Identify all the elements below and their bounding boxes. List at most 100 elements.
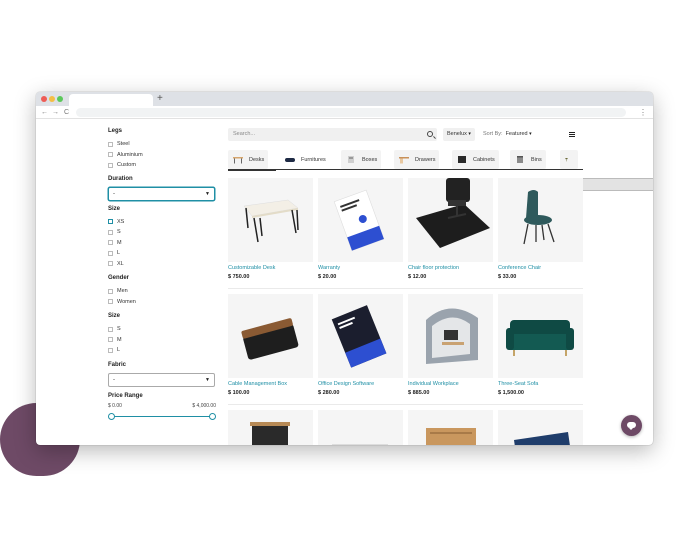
filter-option-s[interactable]: S bbox=[108, 227, 216, 238]
slider-handle-min[interactable] bbox=[108, 412, 115, 420]
product-name[interactable]: Individual Workplace bbox=[408, 381, 493, 387]
product-card[interactable]: Three-Seat Sofa $ 1,500.00 bbox=[498, 294, 583, 396]
warranty-box-image[interactable] bbox=[318, 178, 403, 262]
price-max: $ 4,000.00 bbox=[192, 402, 216, 409]
checkbox[interactable] bbox=[108, 299, 113, 305]
checkbox[interactable] bbox=[108, 261, 113, 267]
cable-box-image[interactable] bbox=[228, 294, 313, 378]
address-bar[interactable] bbox=[76, 108, 626, 117]
category-cabinets[interactable]: Cabinets bbox=[452, 150, 499, 169]
sort-label: Sort By: bbox=[483, 131, 503, 137]
product-card[interactable] bbox=[498, 410, 583, 445]
category-label: Boxes bbox=[362, 156, 378, 163]
cabinet-icon bbox=[458, 156, 466, 163]
checkbox[interactable] bbox=[108, 141, 113, 147]
product-name[interactable]: Cable Management Box bbox=[228, 381, 313, 387]
floor-mat-image[interactable] bbox=[408, 178, 493, 262]
maximize-window-icon[interactable] bbox=[57, 96, 63, 102]
pricelist-dropdown[interactable]: Benelux ▾ bbox=[443, 128, 475, 141]
category-drawers[interactable]: Drawers bbox=[394, 150, 440, 169]
checkbox[interactable] bbox=[108, 347, 113, 353]
close-window-icon[interactable] bbox=[41, 96, 47, 102]
product-name[interactable]: Customizable Desk bbox=[228, 265, 313, 271]
filter-option-aluminium[interactable]: Aluminium bbox=[108, 150, 216, 161]
product-card[interactable]: Customizable Desk $ 750.00 bbox=[228, 178, 313, 280]
product-image[interactable] bbox=[318, 410, 403, 445]
option-label: Steel bbox=[117, 141, 130, 148]
slider-handle-max[interactable] bbox=[209, 412, 216, 420]
search-icon[interactable] bbox=[427, 131, 433, 137]
product-card[interactable]: Warranty $ 20.00 bbox=[318, 178, 403, 280]
cabinet-image[interactable] bbox=[228, 410, 313, 445]
filter-option-s-2[interactable]: S bbox=[108, 324, 216, 335]
product-name[interactable]: Office Design Software bbox=[318, 381, 403, 387]
product-card[interactable] bbox=[408, 410, 493, 445]
filter-option-women[interactable]: Women bbox=[108, 297, 216, 308]
product-card[interactable]: Cable Management Box $ 100.00 bbox=[228, 294, 313, 396]
desk-image[interactable] bbox=[228, 178, 313, 262]
filter-option-xl[interactable]: XL bbox=[108, 259, 216, 270]
sofa-image[interactable] bbox=[498, 294, 583, 378]
drawer-image[interactable] bbox=[408, 410, 493, 445]
checkbox[interactable] bbox=[108, 229, 113, 235]
product-card[interactable]: Office Design Software $ 280.00 bbox=[318, 294, 403, 396]
filter-option-xs[interactable]: XS bbox=[108, 217, 216, 228]
filter-option-m-2[interactable]: M bbox=[108, 335, 216, 346]
category-boxes[interactable]: Boxes bbox=[341, 150, 382, 169]
category-bins[interactable]: Bins bbox=[510, 150, 546, 169]
row-divider bbox=[228, 404, 583, 405]
chat-button[interactable] bbox=[621, 415, 642, 436]
filter-option-l[interactable]: L bbox=[108, 248, 216, 259]
price-slider[interactable] bbox=[108, 412, 216, 422]
shop-toolbar: Search... Benelux ▾ Sort By: Featured ▾ bbox=[228, 128, 653, 191]
filter-option-l-2[interactable]: L bbox=[108, 345, 216, 356]
option-label: S bbox=[117, 326, 121, 333]
forward-icon[interactable]: → bbox=[52, 106, 59, 119]
filter-title-price: Price Range bbox=[108, 392, 143, 399]
product-name[interactable]: Warranty bbox=[318, 265, 403, 271]
duration-select[interactable]: - ▼ bbox=[108, 186, 215, 201]
checkbox[interactable] bbox=[108, 288, 113, 294]
software-box-image[interactable] bbox=[318, 294, 403, 378]
product-card[interactable] bbox=[318, 410, 403, 445]
search-input[interactable]: Search... bbox=[228, 128, 437, 141]
minimize-window-icon[interactable] bbox=[49, 96, 55, 102]
filter-option-men[interactable]: Men bbox=[108, 286, 216, 297]
product-name[interactable]: Three-Seat Sofa bbox=[498, 381, 583, 387]
reload-icon[interactable]: C bbox=[64, 106, 69, 119]
filter-option-custom[interactable]: Custom bbox=[108, 160, 216, 171]
sort-dropdown[interactable]: Sort By: Featured ▾ bbox=[479, 128, 536, 141]
checkbox[interactable] bbox=[108, 219, 113, 225]
filter-option-m[interactable]: M bbox=[108, 238, 216, 249]
checkbox[interactable] bbox=[108, 162, 113, 168]
product-name[interactable]: Conference Chair bbox=[498, 265, 583, 271]
cabinet-illustration bbox=[250, 422, 290, 445]
product-card[interactable]: Individual Workplace $ 885.00 bbox=[408, 294, 493, 396]
box-icon bbox=[348, 156, 354, 163]
browser-window: + ← → C ⋮ Legs Steel Aluminium Custom Du… bbox=[36, 92, 653, 445]
checkbox[interactable] bbox=[108, 240, 113, 246]
product-card[interactable]: Conference Chair $ 33.00 bbox=[498, 178, 583, 280]
checkbox[interactable] bbox=[108, 326, 113, 332]
back-icon[interactable]: ← bbox=[41, 106, 48, 119]
drawer-icon bbox=[399, 157, 409, 164]
list-view-button[interactable] bbox=[566, 128, 578, 141]
product-name[interactable]: Chair floor protection bbox=[408, 265, 493, 271]
conference-chair-image[interactable] bbox=[498, 178, 583, 262]
workplace-pod-image[interactable] bbox=[408, 294, 493, 378]
bin-image[interactable] bbox=[498, 410, 583, 445]
checkbox[interactable] bbox=[108, 337, 113, 343]
category-desks[interactable]: Desks bbox=[228, 150, 269, 169]
category-more[interactable] bbox=[560, 150, 578, 169]
product-card[interactable] bbox=[228, 410, 313, 445]
browser-menu-icon[interactable]: ⋮ bbox=[639, 106, 647, 119]
filter-title-gender: Gender bbox=[108, 275, 130, 281]
product-card[interactable]: Chair floor protection $ 12.00 bbox=[408, 178, 493, 280]
fabric-select[interactable]: - ▼ bbox=[108, 372, 215, 387]
checkbox[interactable] bbox=[108, 250, 113, 256]
new-tab-icon[interactable]: + bbox=[157, 92, 163, 106]
filter-option-steel[interactable]: Steel bbox=[108, 139, 216, 150]
browser-tab[interactable] bbox=[69, 94, 153, 106]
category-furnitures[interactable]: Furnitures bbox=[280, 150, 330, 169]
checkbox[interactable] bbox=[108, 152, 113, 158]
